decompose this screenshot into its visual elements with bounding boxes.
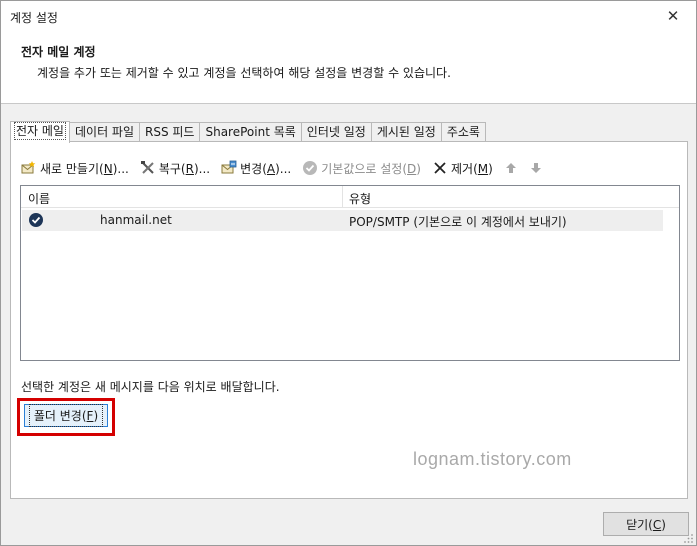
change-account-button[interactable]: 변경(A)... [221, 160, 291, 177]
close-button[interactable]: 닫기(C) [603, 512, 689, 536]
column-header-name[interactable]: 이름 [28, 190, 50, 207]
new-account-label: 새로 만들기(N)... [40, 161, 129, 176]
window-title: 계정 설정 [10, 11, 58, 25]
remove-account-label: 제거(M) [450, 161, 493, 176]
header-title: 전자 메일 계정 [21, 45, 96, 59]
arrow-down-icon[interactable] [529, 161, 543, 175]
delivery-description: 선택한 계정은 새 메시지를 다음 위치로 배달합니다. [21, 380, 280, 394]
tab-address-books[interactable]: 주소록 [441, 122, 486, 142]
change-account-label: 변경(A)... [240, 161, 292, 176]
new-account-button[interactable]: 새로 만들기(N)... [21, 160, 129, 177]
change-account-icon [221, 160, 237, 176]
tab-email[interactable]: 전자 메일 [10, 121, 70, 143]
close-button-label: 닫기(C) [626, 517, 666, 532]
check-circle-icon [302, 160, 318, 176]
close-window-button[interactable]: ✕ [650, 1, 696, 31]
set-default-label: 기본값으로 설정(D) [321, 161, 421, 176]
header-area: 전자 메일 계정 계정을 추가 또는 제거할 수 있고 계정을 선택하여 해당 … [1, 33, 696, 104]
tab-strip: 전자 메일 데이터 파일 RSS 피드 SharePoint 목록 인터넷 일정… [10, 121, 486, 143]
list-header: 이름 유형 [21, 186, 679, 208]
account-settings-window: 계정 설정 ✕ 전자 메일 계정 계정을 추가 또는 제거할 수 있고 계정을 … [0, 0, 697, 546]
account-toolbar: 새로 만들기(N)... 복구(R)... 변경(A)... 기본값으로 설정(… [21, 157, 543, 179]
header-description: 계정을 추가 또는 제거할 수 있고 계정을 선택하여 해당 설정을 변경할 수… [37, 66, 451, 80]
watermark-text: lognam.tistory.com [413, 449, 572, 469]
column-separator[interactable] [342, 186, 343, 208]
new-account-icon [21, 160, 37, 176]
set-default-button[interactable]: 기본값으로 설정(D) [302, 160, 421, 177]
repair-button[interactable]: 복구(R)... [140, 160, 210, 177]
repair-tools-icon [140, 160, 156, 176]
redacted-region [48, 213, 100, 227]
default-account-check-icon [28, 212, 44, 228]
account-row[interactable]: hanmail.net POP/SMTP (기본으로 이 계정에서 보내기) [22, 210, 663, 231]
tab-sharepoint-lists[interactable]: SharePoint 목록 [200, 122, 302, 142]
repair-label: 복구(R)... [158, 161, 211, 176]
tab-rss-feeds[interactable]: RSS 피드 [140, 122, 201, 142]
tab-email-label: 전자 메일 [14, 122, 66, 140]
tab-data-files[interactable]: 데이터 파일 [69, 122, 140, 142]
remove-account-button[interactable]: 제거(M) [432, 160, 493, 177]
account-name: hanmail.net [100, 213, 172, 227]
tab-internet-calendars[interactable]: 인터넷 일정 [301, 122, 372, 142]
tab-published-calendars[interactable]: 게시된 일정 [371, 122, 442, 142]
account-list[interactable]: 이름 유형 hanmail.net POP/SMTP (기본으로 이 계정에서 … [20, 185, 680, 361]
arrow-up-icon[interactable] [504, 161, 518, 175]
change-folder-button[interactable]: 폴더 변경(F) [24, 404, 108, 427]
email-tab-panel: 새로 만들기(N)... 복구(R)... 변경(A)... 기본값으로 설정(… [10, 141, 688, 499]
account-type: POP/SMTP (기본으로 이 계정에서 보내기) [349, 215, 567, 229]
remove-x-icon [432, 160, 448, 176]
column-header-type[interactable]: 유형 [349, 190, 371, 207]
change-folder-label: 폴더 변경(F) [28, 404, 104, 427]
resize-grip-icon[interactable] [684, 533, 694, 543]
title-bar: 계정 설정 ✕ [1, 1, 696, 33]
